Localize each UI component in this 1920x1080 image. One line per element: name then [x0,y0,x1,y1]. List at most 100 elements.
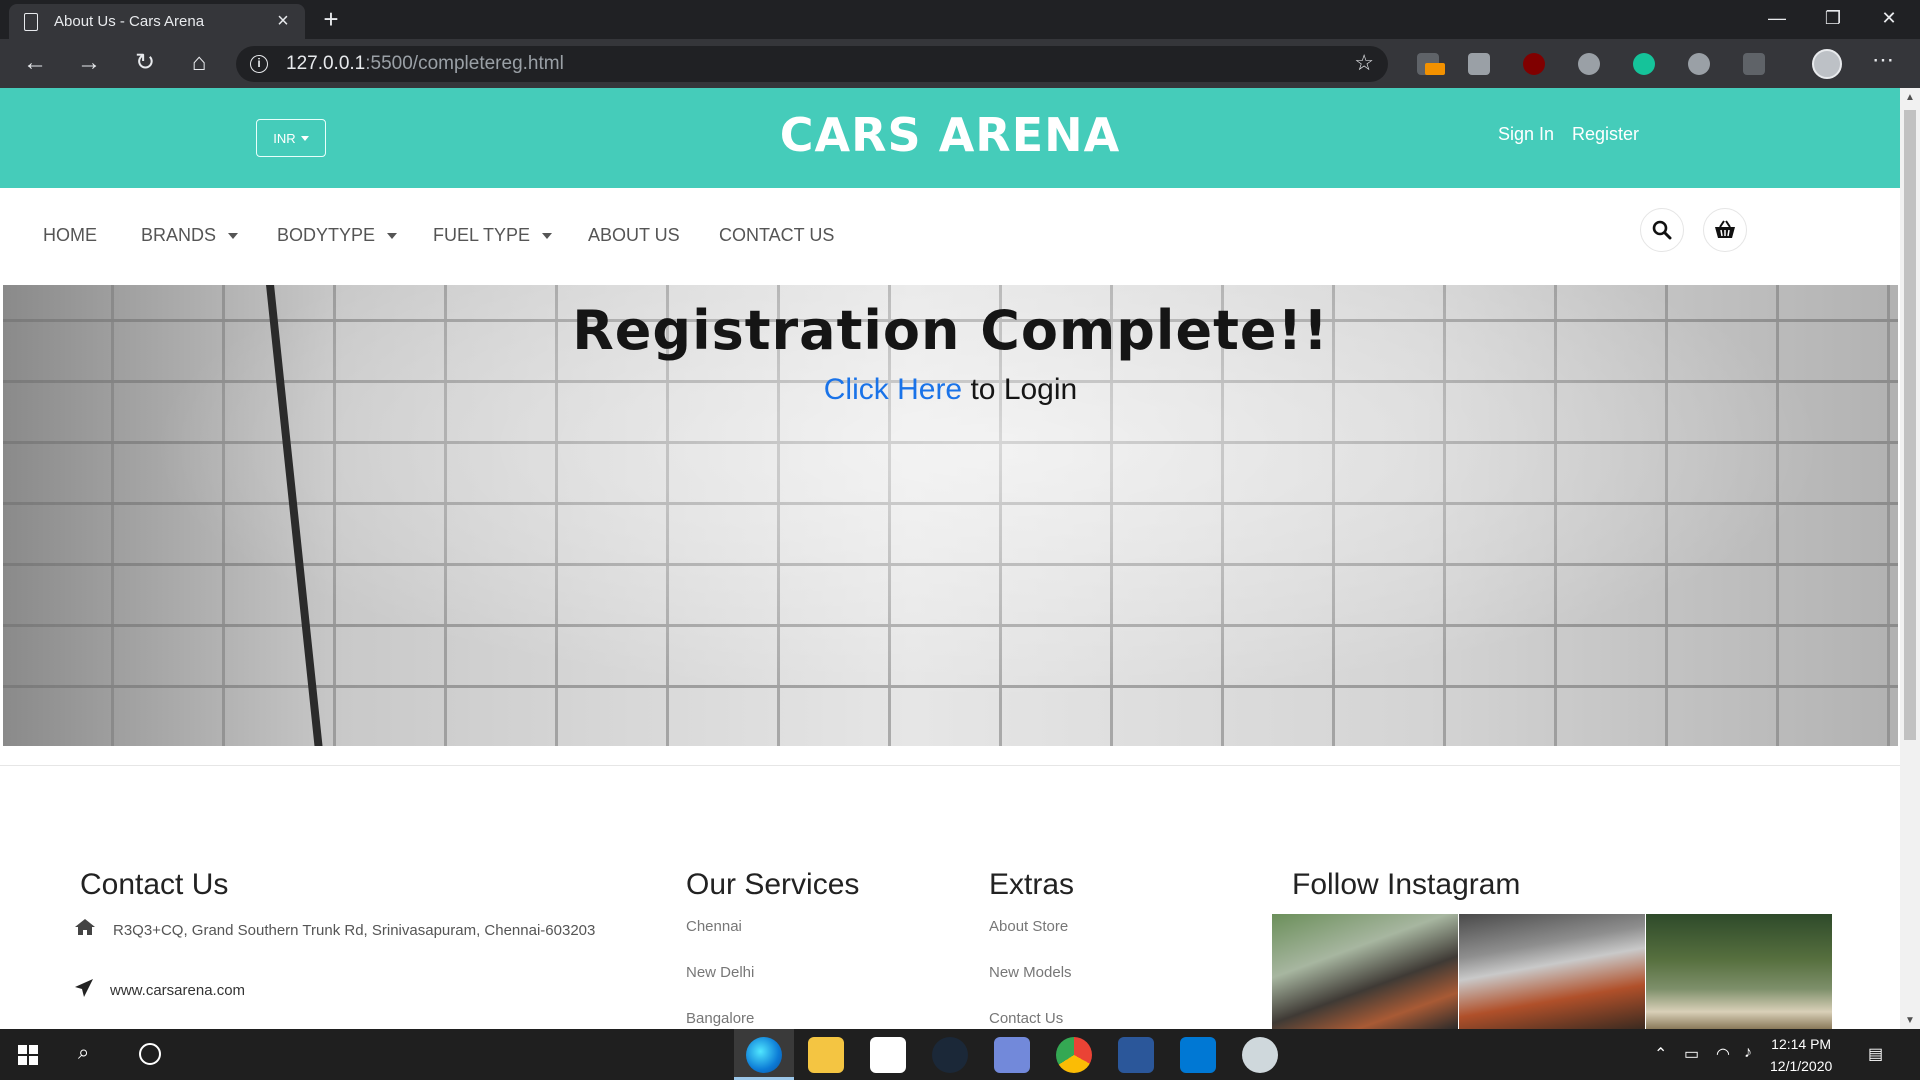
footer-address: R3Q3+CQ, Grand Southern Trunk Rd, Sriniv… [113,922,596,939]
back-button[interactable]: ← [18,47,52,81]
login-prompt-text: to Login [962,373,1078,406]
nav-about[interactable]: ABOUT US [588,225,680,246]
extras-link[interactable]: Contact Us [989,1010,1063,1027]
store-icon[interactable] [870,1037,906,1073]
extras-link[interactable]: New Models [989,964,1072,981]
windows-start-icon[interactable] [18,1045,38,1070]
home-button[interactable]: ⌂ [182,47,216,81]
file-explorer-icon[interactable] [808,1037,844,1073]
vscode-icon[interactable] [1180,1037,1216,1073]
browser-toolbar: ← → ↻ ⌂ i 127.0.0.1:5500/completereg.htm… [0,39,1920,88]
url-path: :5500/completereg.html [365,53,564,74]
page-scrollbar[interactable]: ▲ ▼ [1900,88,1920,1029]
nav-brands[interactable]: BRANDS [141,225,239,246]
hero-banner: Registration Complete!! Click Here to Lo… [3,285,1898,746]
cart-button[interactable] [1703,208,1747,252]
section-divider [0,765,1900,766]
browser-tab[interactable]: About Us - Cars Arena × [9,4,305,39]
footer-services-title: Our Services [686,868,860,901]
extension-icon[interactable] [1743,53,1765,75]
ublock-icon[interactable] [1523,53,1545,75]
caret-down-icon [387,232,398,239]
instagram-photo-wok[interactable] [1459,914,1645,1029]
home-icon [74,918,96,942]
clock-date: 12/1/2020 [1770,1058,1833,1074]
instagram-photo-outdoor[interactable] [1646,914,1832,1029]
footer-website[interactable]: www.carsarena.com [110,982,245,999]
cortana-icon[interactable] [139,1043,161,1065]
nav-fuel-type[interactable]: FUEL TYPE [433,225,553,246]
system-clock[interactable]: 12:14 PM 12/1/2020 [1770,1033,1832,1077]
site-header: INR CARS ARENA Sign In Register [0,88,1900,188]
extension-honey-icon[interactable] [1417,53,1445,75]
nav-bodytype[interactable]: BODYTYPE [277,225,398,246]
tab-title: About Us - Cars Arena [54,13,205,30]
nav-home-label: HOME [43,225,97,245]
address-bar[interactable]: i 127.0.0.1:5500/completereg.html ☆ [236,46,1388,82]
footer-extras-title: Extras [989,868,1075,901]
bookmark-star-icon[interactable]: ☆ [1354,50,1374,76]
discord-icon[interactable] [994,1037,1030,1073]
nav-contact[interactable]: CONTACT US [719,225,834,246]
search-button[interactable] [1640,208,1684,252]
service-link[interactable]: Chennai [686,918,742,935]
basket-icon [1715,220,1735,238]
extension-icon[interactable] [1468,53,1490,75]
sign-in-link[interactable]: Sign In [1498,124,1554,145]
minimize-button[interactable]: — [1749,0,1805,39]
nav-fuel-type-label: FUEL TYPE [433,225,531,245]
paint-icon[interactable] [1242,1037,1278,1073]
login-prompt: Click Here to Login [3,373,1898,407]
scroll-up-icon[interactable]: ▲ [1905,92,1915,103]
close-tab-icon[interactable]: × [271,10,295,33]
service-link[interactable]: New Delhi [686,964,754,981]
paper-plane-icon [74,978,94,1004]
web-page: INR CARS ARENA Sign In Register HOME BRA… [0,88,1900,1029]
caret-down-icon [228,232,239,239]
info-icon[interactable]: i [250,55,268,73]
grammarly-icon[interactable] [1633,53,1655,75]
extras-link[interactable]: About Store [989,918,1068,935]
search-icon [1652,220,1672,240]
scroll-down-icon[interactable]: ▼ [1905,1015,1915,1026]
chrome-icon[interactable] [1056,1037,1092,1073]
restore-button[interactable]: ❐ [1805,0,1861,39]
steam-icon[interactable] [932,1037,968,1073]
extension-circle-icon[interactable] [1578,53,1600,75]
main-nav: HOME BRANDS BODYTYPE FUEL TYPE ABOUT US … [0,188,1900,284]
service-link[interactable]: Bangalore [686,1010,754,1027]
nav-about-label: ABOUT US [588,225,680,245]
nav-bodytype-label: BODYTYPE [277,225,376,245]
word-icon[interactable] [1118,1037,1154,1073]
forward-button[interactable]: → [72,47,106,81]
windows-taskbar: ⌕ ⌃ ▭ ◠ ♪ 12:14 PM 12/1/2020 ▤ [0,1029,1920,1080]
extension-circle-icon[interactable] [1688,53,1710,75]
register-link[interactable]: Register [1572,124,1639,145]
browser-tab-bar: About Us - Cars Arena × + — ❐ ✕ [0,0,1920,39]
nav-brands-label: BRANDS [141,225,217,245]
search-icon[interactable]: ⌕ [78,1042,89,1065]
notification-icon[interactable]: ▤ [1868,1044,1883,1064]
registration-complete-heading: Registration Complete!! [572,299,1329,362]
clock-time: 12:14 PM [1771,1036,1832,1052]
scrollbar-thumb[interactable] [1904,110,1916,740]
edge-icon[interactable] [746,1037,782,1073]
wifi-icon[interactable]: ◠ [1716,1044,1730,1064]
click-here-link[interactable]: Click Here [824,373,962,406]
chevron-up-icon[interactable]: ⌃ [1654,1044,1667,1064]
footer-instagram-title: Follow Instagram [1292,868,1521,901]
nav-home[interactable]: HOME [43,225,97,246]
new-tab-button[interactable]: + [316,4,346,34]
nav-contact-label: CONTACT US [719,225,835,245]
volume-icon[interactable]: ♪ [1744,1044,1752,1062]
url-host: 127.0.0.1 [286,53,366,74]
footer-contact-title: Contact Us [80,868,229,901]
caret-down-icon [542,232,553,239]
close-window-button[interactable]: ✕ [1861,0,1917,39]
menu-dots-icon[interactable]: ⋯ [1872,47,1894,73]
profile-avatar[interactable] [1812,49,1842,79]
document-icon [24,12,38,31]
reload-button[interactable]: ↻ [128,47,162,81]
battery-icon[interactable]: ▭ [1684,1044,1699,1064]
instagram-photo-grill[interactable] [1272,914,1458,1029]
